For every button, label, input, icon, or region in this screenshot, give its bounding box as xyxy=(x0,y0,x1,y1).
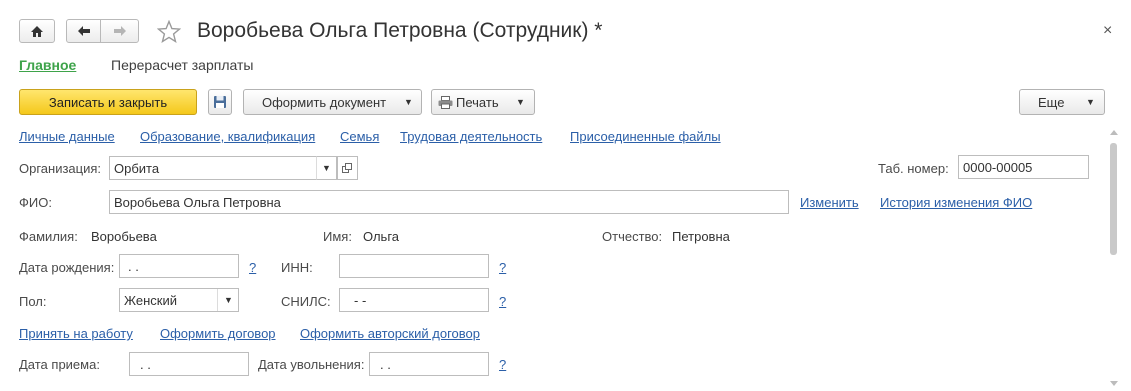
gender-select[interactable]: Женский ▼ xyxy=(119,288,239,312)
chevron-down-icon: ▼ xyxy=(516,97,525,107)
tab-number-value: 0000-00005 xyxy=(963,159,1033,175)
fio-value: Воробьева Ольга Петровна xyxy=(114,194,281,210)
dismiss-date-field[interactable]: . . xyxy=(369,352,489,376)
patronymic-label: Отчество: xyxy=(602,229,663,244)
birth-date-field[interactable]: . . xyxy=(119,254,239,278)
fio-label: ФИО: xyxy=(19,195,52,210)
birth-date-value: . . xyxy=(128,258,139,274)
hire-date-label: Дата приема: xyxy=(19,357,100,372)
org-field[interactable]: Орбита xyxy=(109,156,337,180)
inn-help[interactable]: ? xyxy=(499,260,506,275)
dismiss-date-help[interactable]: ? xyxy=(499,357,506,372)
gender-label: Пол: xyxy=(19,294,47,309)
scroll-up-arrow[interactable] xyxy=(1110,129,1118,135)
save-close-label: Записать и закрыть xyxy=(48,94,168,110)
more-label: Еще xyxy=(1038,94,1065,110)
forward-button[interactable] xyxy=(100,19,139,43)
link-family[interactable]: Семья xyxy=(340,129,379,144)
tab-recalc[interactable]: Перерасчет зарплаты xyxy=(111,57,253,73)
dismiss-date-label: Дата увольнения: xyxy=(258,357,365,372)
chevron-down-icon: ▼ xyxy=(224,295,233,305)
open-icon xyxy=(342,162,352,173)
chevron-down-icon: ▼ xyxy=(322,163,331,173)
hire-date-field[interactable]: . . xyxy=(129,352,249,376)
floppy-icon xyxy=(214,96,226,108)
first-name-value: Ольга xyxy=(363,229,400,244)
home-icon xyxy=(31,25,43,37)
link-create-author-contract[interactable]: Оформить авторский договор xyxy=(300,326,480,341)
link-fio-history[interactable]: История изменения ФИО xyxy=(880,195,1032,210)
link-hire[interactable]: Принять на работу xyxy=(19,326,133,341)
arrow-left-icon xyxy=(77,26,90,36)
chevron-down-icon: ▼ xyxy=(1086,97,1095,107)
birth-date-help[interactable]: ? xyxy=(249,260,256,275)
scroll-down-arrow[interactable] xyxy=(1110,381,1118,387)
tab-number-field[interactable]: 0000-00005 xyxy=(958,155,1089,179)
close-icon[interactable]: × xyxy=(1103,22,1112,40)
link-education[interactable]: Образование, квалификация xyxy=(140,129,315,144)
first-name-label: Имя: xyxy=(323,229,352,244)
fio-field[interactable]: Воробьева Ольга Петровна xyxy=(109,190,789,214)
create-document-dropdown[interactable]: Оформить документ ▼ xyxy=(243,89,422,115)
print-label: Печать xyxy=(456,94,499,110)
link-personal-data[interactable]: Личные данные xyxy=(19,129,115,144)
dismiss-date-value: . . xyxy=(380,356,391,372)
link-create-contract[interactable]: Оформить договор xyxy=(160,326,276,341)
gender-value: Женский xyxy=(124,292,177,308)
link-attached-files[interactable]: Присоединенные файлы xyxy=(570,129,721,144)
birth-date-label: Дата рождения: xyxy=(19,260,115,275)
hire-date-value: . . xyxy=(140,356,151,372)
create-document-label: Оформить документ xyxy=(262,94,387,110)
tab-main[interactable]: Главное xyxy=(19,57,76,73)
printer-icon xyxy=(438,95,453,109)
org-dropdown-button[interactable]: ▼ xyxy=(316,156,337,180)
snils-field[interactable]: - - xyxy=(339,288,489,312)
back-button[interactable] xyxy=(66,19,101,43)
save-close-button[interactable]: Записать и закрыть xyxy=(19,89,197,115)
scrollbar-thumb[interactable] xyxy=(1110,143,1117,255)
inn-field[interactable] xyxy=(339,254,489,278)
print-dropdown[interactable]: Печать ▼ xyxy=(431,89,535,115)
last-name-label: Фамилия: xyxy=(19,229,78,244)
more-dropdown[interactable]: Еще ▼ xyxy=(1019,89,1105,115)
link-change-fio[interactable]: Изменить xyxy=(800,195,859,210)
last-name-value: Воробьева xyxy=(91,229,157,244)
org-open-button[interactable] xyxy=(337,156,358,180)
page-title: Воробьева Ольга Петровна (Сотрудник) * xyxy=(197,19,603,42)
inn-label: ИНН: xyxy=(281,260,313,275)
link-work-activity[interactable]: Трудовая деятельность xyxy=(400,129,542,144)
tab-number-label: Таб. номер: xyxy=(878,161,949,176)
home-button[interactable] xyxy=(19,19,55,43)
patronymic-value: Петровна xyxy=(672,229,730,244)
snils-value: - - xyxy=(354,292,367,308)
org-value: Орбита xyxy=(114,160,160,176)
snils-label: СНИЛС: xyxy=(281,294,331,309)
star-icon[interactable] xyxy=(157,20,181,43)
org-label: Организация: xyxy=(19,161,102,176)
arrow-right-icon xyxy=(113,26,126,36)
snils-help[interactable]: ? xyxy=(499,294,506,309)
chevron-down-icon: ▼ xyxy=(404,97,413,107)
save-button[interactable] xyxy=(208,89,232,115)
